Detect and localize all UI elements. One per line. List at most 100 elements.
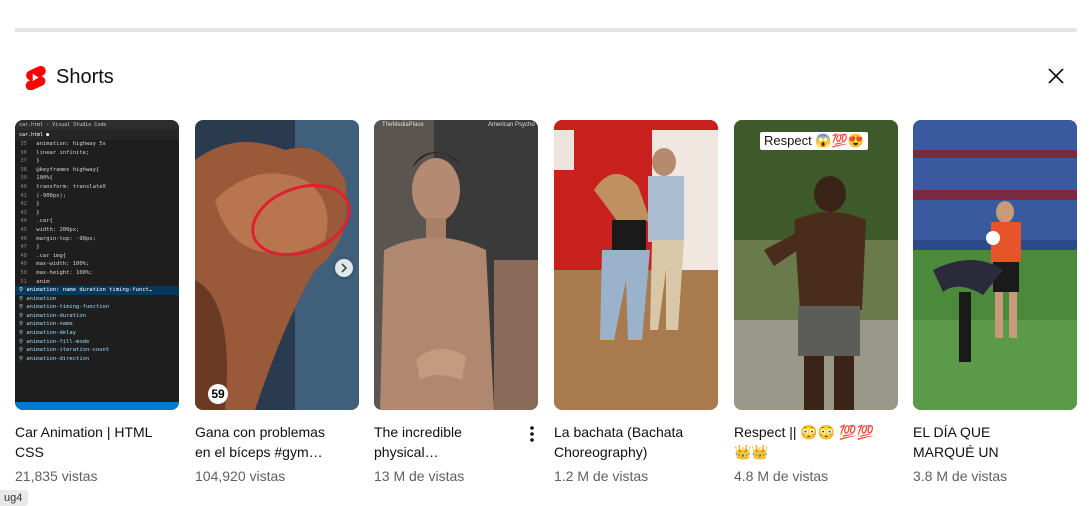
- code-line: 40 transform: translateX: [15, 183, 179, 192]
- number-badge: 59: [208, 384, 228, 404]
- line-number: 36: [20, 149, 27, 156]
- code-line: 45 width: 200px;: [15, 226, 179, 235]
- line-number: 51: [20, 278, 27, 285]
- code-text: max-width: 100%;: [33, 261, 90, 268]
- more-vert-icon[interactable]: [522, 422, 542, 446]
- short-title[interactable]: EL DÍA QUE MARQUÉ UN GOLAZO EN EL…: [913, 422, 1077, 462]
- short-thumbnail[interactable]: [554, 120, 718, 410]
- close-icon[interactable]: [1044, 64, 1068, 88]
- youtube-shorts-icon: [25, 65, 46, 90]
- short-thumbnail[interactable]: TheMediaPlace American Psycho: [374, 120, 538, 410]
- line-number: 38: [20, 166, 27, 173]
- chevron-right-icon: [341, 263, 348, 273]
- autocomplete-item: ⚲ animation-fill-mode: [19, 338, 90, 345]
- short-thumbnail[interactable]: car.html - Visual Studio Code car.html ●…: [15, 120, 179, 410]
- autocomplete-item: ⚲ animation-iteration-count: [19, 347, 110, 354]
- autocomplete-item: ⚲ animation-name: [19, 321, 73, 328]
- code-line: 49 max-width: 100%;: [15, 260, 179, 269]
- code-text: }: [33, 244, 40, 251]
- code-line: 41 (-900px);: [15, 192, 179, 201]
- short-card[interactable]: 59 Gana con problemas en el bíceps #gym……: [195, 120, 359, 486]
- code-text: }: [33, 209, 40, 216]
- short-card[interactable]: car.html - Visual Studio Code car.html ●…: [15, 120, 179, 486]
- short-thumbnail[interactable]: Respect 😱💯😍: [734, 120, 898, 410]
- short-title[interactable]: Respect || 😳😳 💯💯👑👑: [734, 422, 898, 462]
- watermark-left: TheMediaPlace: [382, 122, 424, 128]
- vscode-status-bar: [15, 402, 179, 410]
- code-text: max-height: 100%;: [33, 269, 93, 276]
- scroll-right-button[interactable]: [335, 259, 353, 277]
- code-text: linear infinite;: [33, 149, 90, 156]
- code-line: 43 }: [15, 209, 179, 218]
- code-line: 46 margin-top: -90px;: [15, 235, 179, 244]
- shorts-header: Shorts: [24, 63, 114, 91]
- vscode-tab: car.html ●: [15, 130, 179, 140]
- short-views: 104,920 vistas: [195, 468, 286, 484]
- autocomplete-item: ⚲ animation: name duration timing-funct…: [15, 286, 179, 295]
- code-text: (-900px);: [33, 192, 67, 199]
- respect-overlay-text: Respect 😱💯😍: [760, 132, 868, 150]
- stadium-thumbnail-image: [913, 120, 1077, 410]
- code-text: 100%{: [33, 175, 53, 182]
- autocomplete-item: ⚲ animation-timing-function: [19, 304, 110, 311]
- line-number: 42: [20, 201, 27, 208]
- short-views: 1.2 M de vistas: [554, 468, 649, 484]
- line-number: 46: [20, 235, 27, 242]
- code-text: .car img{: [33, 252, 67, 259]
- code-line: 38 @keyframes highway{: [15, 166, 179, 175]
- vscode-title-bar: car.html - Visual Studio Code: [15, 120, 179, 130]
- code-line: 47 }: [15, 243, 179, 252]
- code-text: }: [33, 201, 40, 208]
- line-number: 47: [20, 244, 27, 251]
- line-number: 43: [20, 209, 27, 216]
- respect-thumbnail-image: [734, 120, 898, 410]
- short-card[interactable]: La bachata (Bachata Choreography) 1.2 M …: [554, 120, 718, 486]
- code-text: transform: translateX: [33, 183, 106, 190]
- line-number: 35: [20, 141, 27, 147]
- section-divider: [15, 28, 1077, 32]
- watermark-right: American Psycho: [488, 122, 535, 128]
- short-thumbnail[interactable]: [913, 120, 1077, 410]
- section-title: Shorts: [56, 65, 114, 88]
- short-views: 13 M de vistas: [374, 468, 465, 484]
- line-number: 37: [20, 158, 27, 165]
- line-number: 48: [20, 252, 27, 259]
- short-title[interactable]: La bachata (Bachata Choreography): [554, 422, 718, 462]
- corner-tag: ug4: [0, 490, 29, 506]
- code-line: 37 }: [15, 157, 179, 166]
- code-line: 36 linear infinite;: [15, 149, 179, 158]
- code-line: 44 .car{: [15, 217, 179, 226]
- line-number: 40: [20, 183, 27, 190]
- short-views: 4.8 M de vistas: [734, 468, 829, 484]
- line-number: 45: [20, 226, 27, 233]
- short-title[interactable]: Car Animation | HTML CSS: [15, 422, 179, 462]
- line-number: 41: [20, 192, 27, 199]
- short-card[interactable]: EL DÍA QUE MARQUÉ UN GOLAZO EN EL… 3.8 M…: [913, 120, 1077, 486]
- code-lines: 35 animation: highway 5s 36 linear infini…: [15, 140, 179, 286]
- short-card[interactable]: Respect 😱💯😍 Respect || 😳😳 💯💯👑👑 4.8 M de …: [734, 120, 898, 486]
- autocomplete-item: ⚲ animation-duration: [19, 312, 86, 319]
- code-text: margin-top: -90px;: [33, 235, 96, 242]
- autocomplete-item: ⚲ animation-direction: [19, 355, 90, 362]
- autocomplete-item: ⚲ animation: [19, 295, 57, 302]
- line-number: 49: [20, 261, 27, 268]
- short-views: 3.8 M de vistas: [913, 468, 1008, 484]
- dance-thumbnail-image: [554, 120, 718, 410]
- code-text: anim: [33, 278, 50, 285]
- line-number: 44: [20, 218, 27, 225]
- autocomplete-list: ⚲ animation: name duration timing-funct……: [15, 286, 179, 363]
- code-text: }: [33, 158, 40, 165]
- code-line: 48 .car img{: [15, 252, 179, 261]
- vscode-thumbnail-image: car.html - Visual Studio Code car.html ●…: [15, 120, 179, 410]
- short-title[interactable]: Gana con problemas en el bíceps #gym…: [195, 422, 359, 462]
- code-text: .car{: [33, 218, 53, 225]
- short-card[interactable]: TheMediaPlace American Psycho The incred…: [374, 120, 538, 486]
- line-number: 39: [20, 175, 27, 182]
- line-number: 50: [20, 269, 27, 276]
- code-text: animation: highway 5s: [33, 141, 106, 147]
- short-title[interactable]: The incredible physical…: [374, 422, 538, 462]
- code-line: 51 anim: [15, 278, 179, 287]
- code-text: width: 200px;: [33, 226, 80, 233]
- code-line: 39 100%{: [15, 174, 179, 183]
- code-line: 42 }: [15, 200, 179, 209]
